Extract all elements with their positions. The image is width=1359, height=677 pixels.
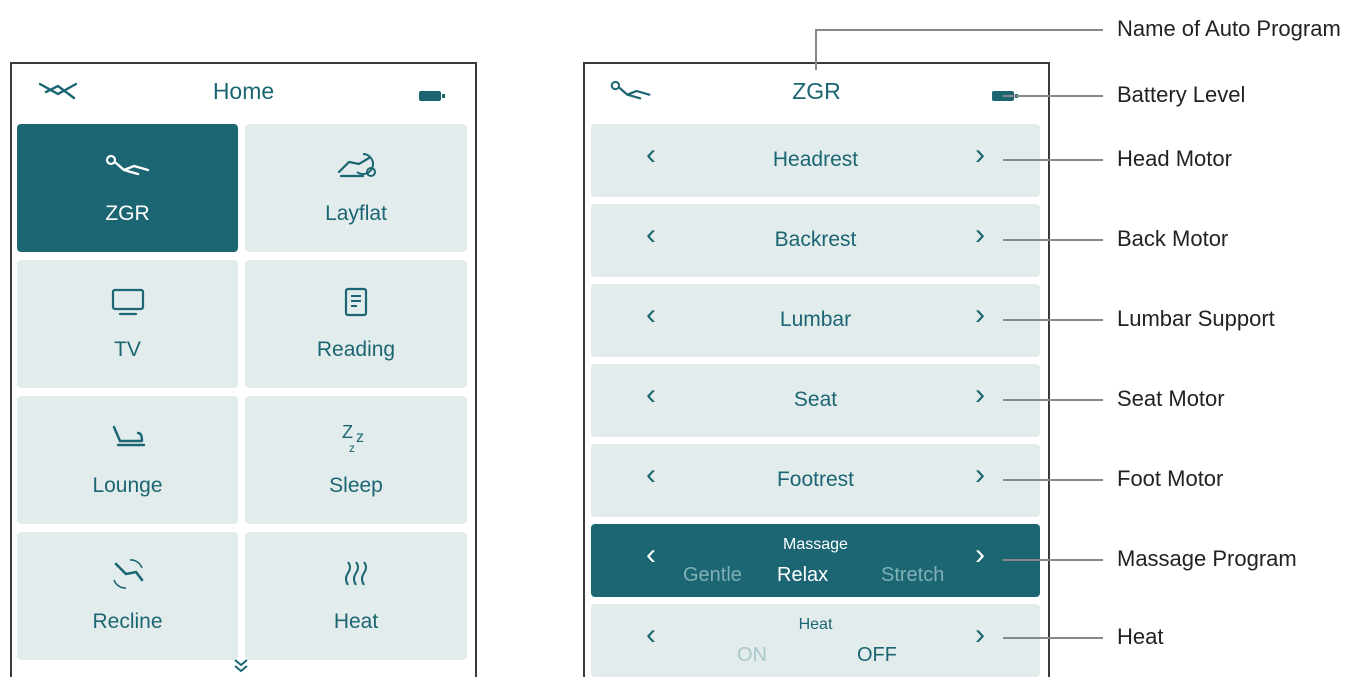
row-footrest: ‹ Footrest › bbox=[591, 444, 1040, 517]
tile-lounge[interactable]: Lounge bbox=[17, 396, 238, 524]
svg-text:z: z bbox=[349, 441, 355, 455]
tile-reading[interactable]: Reading bbox=[245, 260, 467, 388]
leader-line bbox=[1003, 559, 1103, 561]
row-massage: ‹ Massage Gentle Relax Stretch › bbox=[591, 524, 1040, 597]
zero-gravity-icon bbox=[105, 154, 149, 176]
annotation-label: Name of Auto Program bbox=[1117, 16, 1341, 41]
battery-icon bbox=[419, 91, 445, 101]
chevron-right-icon[interactable]: › bbox=[960, 298, 1000, 332]
tile-label: Layflat bbox=[325, 202, 387, 225]
chevron-right-icon[interactable]: › bbox=[960, 538, 1000, 572]
annotation-label: Foot Motor bbox=[1117, 466, 1224, 491]
heat-option-off[interactable]: OFF bbox=[857, 644, 897, 667]
leader-line bbox=[1003, 479, 1103, 481]
tile-label: TV bbox=[114, 338, 141, 361]
row-headrest: ‹ Headrest › bbox=[591, 124, 1040, 197]
tile-heat[interactable]: Heat bbox=[245, 532, 467, 660]
chevron-right-icon[interactable]: › bbox=[960, 618, 1000, 652]
chevron-right-icon[interactable]: › bbox=[960, 378, 1000, 412]
tile-sleep[interactable]: Z z z Sleep bbox=[245, 396, 467, 524]
svg-text:z: z bbox=[356, 429, 364, 446]
massage-option-relax[interactable]: Relax bbox=[777, 564, 828, 587]
annotation-label: Battery Level bbox=[1117, 82, 1246, 107]
home-screen: Home ZGR Layflat TV Reading Lounge Z z z… bbox=[10, 62, 477, 677]
leader-line bbox=[1003, 159, 1103, 161]
layflat-icon bbox=[337, 153, 376, 178]
tile-recline[interactable]: Recline bbox=[17, 532, 238, 660]
chevron-right-icon[interactable]: › bbox=[960, 138, 1000, 172]
leader-line bbox=[1003, 319, 1103, 321]
tile-label: ZGR bbox=[105, 202, 150, 225]
book-icon bbox=[344, 287, 368, 317]
heat-waves-icon bbox=[345, 561, 367, 586]
tile-tv[interactable]: TV bbox=[17, 260, 238, 388]
chevron-right-icon[interactable]: › bbox=[960, 218, 1000, 252]
massage-option-gentle[interactable]: Gentle bbox=[683, 564, 742, 587]
leader-line bbox=[1003, 399, 1103, 401]
row-heat: ‹ Heat ON OFF › bbox=[591, 604, 1040, 677]
annotation-label: Heat bbox=[1117, 624, 1164, 649]
zgr-header: ZGR bbox=[585, 64, 1048, 124]
leader-line bbox=[815, 30, 817, 70]
annotation-label: Lumbar Support bbox=[1117, 306, 1275, 331]
program-name: ZGR bbox=[792, 78, 841, 104]
recline-icon bbox=[112, 559, 143, 589]
zgr-screen: ZGR ‹ Headrest › ‹ Backrest › ‹ Lumbar ›… bbox=[583, 62, 1050, 677]
row-lumbar: ‹ Lumbar › bbox=[591, 284, 1040, 357]
annotation-label: Massage Program bbox=[1117, 546, 1297, 571]
home-header: Home bbox=[12, 64, 475, 124]
tile-label: Heat bbox=[333, 610, 379, 633]
leader-line bbox=[1003, 95, 1103, 97]
page-title: Home bbox=[212, 78, 275, 104]
sleep-zzz-icon: Z z z bbox=[342, 422, 364, 455]
leader-line bbox=[815, 29, 1103, 31]
annotation-label: Seat Motor bbox=[1117, 386, 1225, 411]
tile-layflat[interactable]: Layflat bbox=[245, 124, 467, 252]
tile-label: Lounge bbox=[92, 474, 163, 497]
annotation-label: Head Motor bbox=[1117, 146, 1232, 171]
leader-line bbox=[1003, 637, 1103, 639]
tv-icon bbox=[111, 288, 144, 316]
lounge-chair-icon bbox=[112, 425, 145, 447]
annotation-label: Back Motor bbox=[1117, 226, 1229, 251]
tile-label: Sleep bbox=[329, 474, 383, 497]
heat-option-on[interactable]: ON bbox=[737, 644, 767, 667]
leader-line bbox=[1003, 239, 1103, 241]
row-backrest: ‹ Backrest › bbox=[591, 204, 1040, 277]
tile-zgr[interactable]: ZGR bbox=[17, 124, 238, 252]
chevron-right-icon[interactable]: › bbox=[960, 458, 1000, 492]
tile-label: Reading bbox=[316, 338, 396, 361]
massage-option-stretch[interactable]: Stretch bbox=[881, 564, 944, 587]
tile-label: Recline bbox=[92, 610, 163, 633]
row-seat: ‹ Seat › bbox=[591, 364, 1040, 437]
double-chevron-down-icon[interactable] bbox=[232, 658, 250, 674]
svg-text:Z: Z bbox=[342, 422, 353, 442]
